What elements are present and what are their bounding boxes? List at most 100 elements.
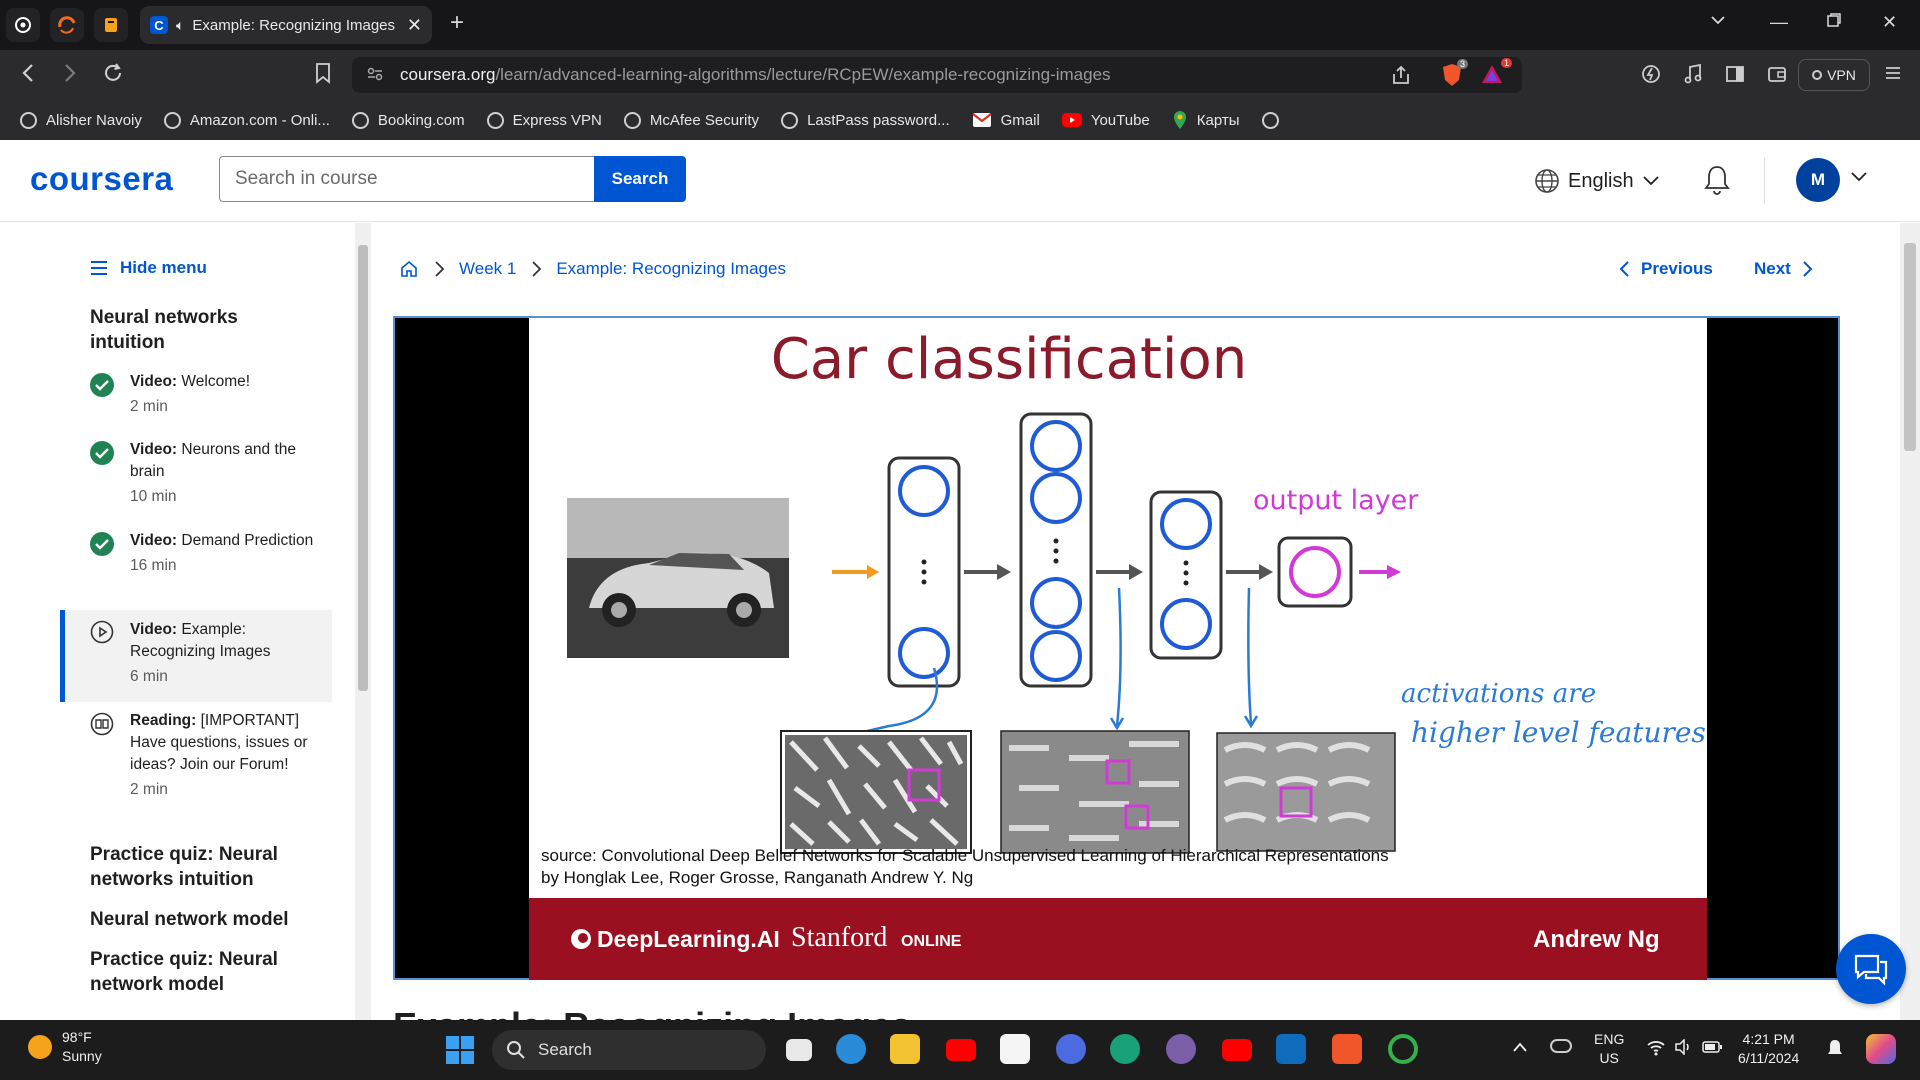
sidebar-section-practice-quiz-1[interactable]: Practice quiz: Neural networks intuition (90, 842, 310, 892)
sidebar-item-text: Video: Example: Recognizing Images 6 min (130, 619, 320, 688)
footer-brand-deeplearning: DeepLearning.AI (597, 926, 780, 952)
hide-menu-button[interactable]: Hide menu (90, 258, 207, 278)
youtube-app-icon-2[interactable] (1222, 1039, 1252, 1061)
youtube-app-icon[interactable] (946, 1039, 976, 1061)
notification-bell-icon[interactable] (1826, 1038, 1844, 1063)
leo-ai-icon[interactable] (1640, 63, 1662, 91)
video-player[interactable]: Car classification output layer activati… (393, 316, 1840, 980)
reload-icon[interactable] (102, 62, 124, 90)
header-divider (1764, 158, 1765, 204)
pinned-tab-3[interactable] (94, 8, 128, 42)
wifi-icon[interactable] (1646, 1038, 1666, 1061)
course-search-input[interactable] (219, 156, 594, 202)
store-icon[interactable] (1000, 1034, 1030, 1064)
active-tab[interactable]: C 🔈︎ Example: Recognizing Images ✕ (140, 6, 432, 44)
copilot-tray-icon[interactable] (1866, 1034, 1896, 1064)
loading-app-icon[interactable] (1388, 1034, 1418, 1064)
vpn-button[interactable]: VPN (1798, 59, 1870, 91)
account-chevron-icon[interactable] (1850, 170, 1868, 188)
close-tab-icon[interactable]: ✕ (407, 15, 422, 36)
sidebar-item-neurons[interactable]: Video: Neurons and the brain 10 min (60, 439, 332, 523)
bookmark-icon[interactable] (314, 62, 332, 90)
notifications-bell-icon[interactable] (1702, 164, 1732, 201)
sidebar-section-neural-network-model[interactable]: Neural network model (90, 907, 330, 932)
search-button[interactable]: Search (594, 156, 686, 202)
outlook-icon[interactable] (1276, 1034, 1306, 1064)
wallet-icon[interactable] (1766, 63, 1788, 91)
forward-icon[interactable] (62, 62, 78, 90)
clock[interactable]: 4:21 PM 6/11/2024 (1738, 1030, 1799, 1068)
bookmark-item[interactable]: Карты (1172, 110, 1240, 130)
tray-chevron-up-icon[interactable] (1512, 1040, 1528, 1058)
sidebar-item-welcome[interactable]: Video: Welcome! 2 min (60, 371, 332, 433)
globe-icon (351, 111, 369, 129)
previous-button[interactable]: Previous (1619, 259, 1713, 279)
media-icon[interactable] (1682, 63, 1704, 91)
completed-check-icon (90, 441, 114, 465)
completed-check-icon (90, 532, 114, 556)
copilot-icon[interactable] (1056, 1034, 1086, 1064)
bookmark-item[interactable]: LastPass password... (781, 111, 950, 129)
globe-icon (781, 111, 799, 129)
item-type: Video: (130, 621, 178, 638)
output-layer (1277, 536, 1353, 608)
breadcrumb-week[interactable]: Week 1 (459, 259, 516, 279)
brave-rewards-icon[interactable] (1480, 63, 1504, 90)
url-field[interactable]: coursera.org/learn/advanced-learning-alg… (352, 57, 1522, 93)
taskbar-search[interactable]: Search (492, 1030, 766, 1070)
bookmark-item[interactable]: Alisher Navoiy (20, 111, 142, 129)
onedrive-icon[interactable] (1550, 1039, 1572, 1053)
sidebar-item-demand-prediction[interactable]: Video: Demand Prediction 16 min (60, 530, 332, 614)
sidebar-toggle-icon[interactable] (1724, 63, 1746, 91)
help-icon[interactable] (836, 1034, 866, 1064)
file-explorer-icon[interactable] (890, 1034, 920, 1064)
bookmark-item[interactable]: Amazon.com - Onli... (163, 111, 330, 129)
sidebar-section-practice-quiz-2[interactable]: Practice quiz: Neural network model (90, 947, 310, 997)
main-scrollbar-thumb[interactable] (1904, 243, 1916, 451)
bookmark-item[interactable]: McAfee Security (623, 111, 759, 129)
sidebar-item-recognizing-images[interactable]: Video: Example: Recognizing Images 6 min (60, 610, 332, 702)
close-window-button[interactable]: ✕ (1882, 12, 1897, 33)
item-title: Welcome! (181, 373, 251, 390)
next-button[interactable]: Next (1754, 259, 1813, 279)
chat-support-button[interactable] (1836, 934, 1906, 1004)
speaker-icon[interactable]: 🔈︎ (176, 17, 184, 34)
task-view-icon[interactable] (786, 1039, 812, 1061)
weather-widget[interactable]: 98°F Sunny (28, 1028, 102, 1066)
bookmark-item[interactable]: Express VPN (486, 111, 602, 129)
coursera-logo[interactable]: coursera (30, 160, 173, 198)
pinned-tab-chatgpt[interactable] (6, 8, 40, 42)
main-scrollbar[interactable] (1900, 223, 1920, 1020)
language-selector[interactable]: English (1534, 168, 1660, 194)
annotation-line-2: higher level features (1411, 716, 1706, 749)
volume-icon[interactable] (1674, 1038, 1692, 1060)
user-avatar[interactable]: M (1796, 158, 1840, 202)
input-language[interactable]: ENG US (1594, 1030, 1624, 1068)
bookmark-item[interactable]: YouTube (1061, 112, 1150, 129)
language-label: English (1568, 169, 1634, 192)
windows-start-icon[interactable] (445, 1035, 475, 1070)
site-settings-icon[interactable] (366, 65, 384, 88)
sidebar-scrollbar[interactable] (355, 223, 371, 1020)
breadcrumb-lecture[interactable]: Example: Recognizing Images (556, 259, 786, 279)
bookmark-item[interactable]: Gmail (971, 111, 1040, 129)
new-tab-button[interactable]: + (450, 9, 464, 37)
home-icon[interactable] (399, 259, 419, 279)
bookmark-item[interactable] (1261, 111, 1279, 129)
minimize-button[interactable]: — (1770, 12, 1788, 33)
bookmark-label: Gmail (1000, 111, 1040, 129)
sidebar-scrollbar-thumb[interactable] (358, 245, 368, 691)
github-icon[interactable] (1166, 1034, 1196, 1064)
temperature: 98°F (62, 1029, 92, 1045)
battery-icon[interactable] (1702, 1039, 1724, 1060)
edge-icon[interactable] (1110, 1034, 1140, 1064)
menu-icon[interactable] (1883, 63, 1903, 89)
sidebar-item-forum-reading[interactable]: Reading: [IMPORTANT] Have questions, iss… (60, 710, 332, 840)
tab-search-chevron-icon[interactable] (1710, 12, 1726, 33)
share-icon[interactable] (1390, 64, 1412, 91)
brave-app-icon[interactable] (1332, 1034, 1362, 1064)
restore-button[interactable] (1826, 12, 1842, 33)
back-icon[interactable] (20, 62, 36, 90)
pinned-tab-2[interactable] (50, 8, 84, 42)
bookmark-item[interactable]: Booking.com (351, 111, 465, 129)
